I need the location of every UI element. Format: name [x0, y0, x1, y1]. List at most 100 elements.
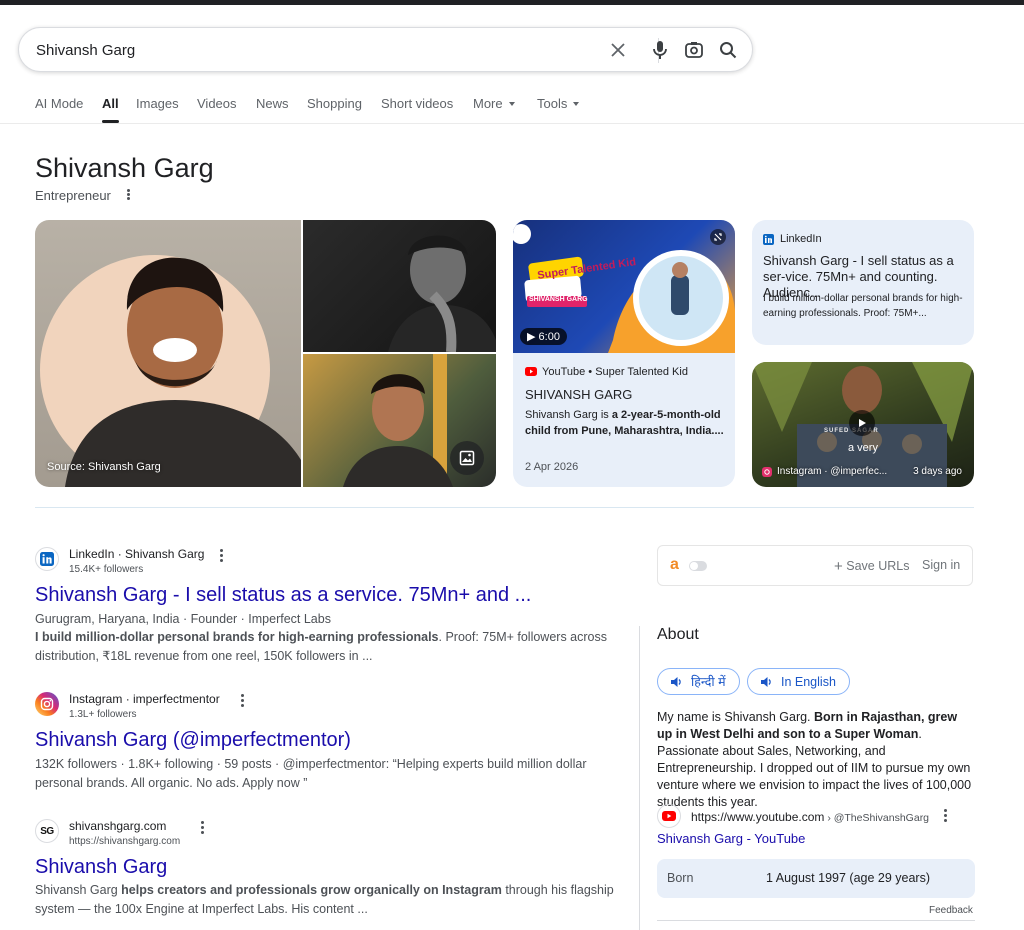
video-description: Shivansh Garg is a 2-year-5-month-old ch… [525, 407, 727, 439]
instagram-card-source-row: Instagram · @imperfec... [762, 466, 887, 477]
linkedin-icon [763, 233, 774, 245]
youtube-url-domain: https://www.youtube.com [691, 810, 825, 824]
tab-videos[interactable]: Videos [197, 96, 237, 123]
result-snippet-bold: I build million-dollar personal brands f… [35, 630, 439, 644]
tabs-divider [0, 123, 1024, 124]
play-icon: ▶ [527, 331, 536, 343]
tab-news[interactable]: News [256, 96, 289, 123]
linkedin-card-source-row: LinkedIn [763, 233, 822, 245]
result-snippet-a: Shivansh Garg [35, 883, 122, 897]
image-view-icon[interactable] [450, 441, 484, 475]
sign-in-button[interactable]: Sign in [922, 558, 960, 572]
linkedin-favicon[interactable] [35, 547, 59, 571]
profile-photo-bw[interactable] [303, 220, 496, 352]
play-icon[interactable] [849, 410, 875, 436]
close-icon[interactable] [607, 39, 629, 61]
tab-shopping[interactable]: Shopping [307, 96, 362, 123]
search-input[interactable] [36, 38, 596, 62]
profile-photo-outdoor[interactable] [303, 354, 496, 487]
tab-more-label: More [473, 96, 503, 111]
youtube-icon [662, 811, 676, 821]
feedback-divider [657, 920, 975, 921]
photo-source-label: Source: Shivansh Garg [47, 461, 161, 473]
photo-collage[interactable]: Source: Shivansh Garg [35, 220, 496, 487]
youtube-url[interactable]: https://www.youtube.com › @TheShivanshGa… [691, 810, 929, 824]
more-options-icon[interactable] [218, 548, 224, 562]
video-source: YouTube • Super Talented Kid [542, 366, 688, 378]
result-site-sub: https://shivanshgarg.com [69, 836, 181, 847]
section-divider [35, 507, 974, 508]
result-site-sub: 1.3L+ followers [69, 709, 137, 720]
feedback-link[interactable]: Feedback [929, 905, 973, 916]
result-snippet: 132K followers · 1.8K+ following · 59 po… [35, 757, 587, 790]
search-icon[interactable] [717, 39, 739, 61]
tab-ai-mode[interactable]: AI Mode [35, 96, 83, 123]
extension-logo[interactable]: a [670, 556, 679, 574]
search-box[interactable] [18, 27, 753, 72]
expand-icon[interactable] [710, 229, 726, 245]
speaker-icon [671, 676, 681, 687]
window-top-bar [0, 0, 1024, 5]
instagram-card-time: 3 days ago [913, 466, 962, 477]
result-snippet: I build million-dollar personal brands f… [35, 628, 615, 666]
hindi-audio-label: हिन्दी में [691, 675, 726, 689]
speaker-icon [761, 676, 771, 687]
result-title-link[interactable]: Shivansh Garg [35, 856, 167, 879]
lens-icon[interactable] [683, 39, 705, 61]
result-title-link[interactable]: Shivansh Garg - I sell status as a servi… [35, 584, 531, 607]
tab-more[interactable]: More [473, 96, 515, 123]
instagram-overlay-text: a very [848, 442, 878, 454]
about-heading: About [657, 626, 699, 643]
video-title[interactable]: SHIVANSH GARG [525, 387, 632, 402]
video-card[interactable]: Super Talented Kid SHIVANSH GARG ▶ 6:00 … [513, 220, 735, 487]
mic-icon[interactable] [649, 39, 671, 61]
video-duration-badge: ▶ 6:00 [520, 328, 567, 345]
extension-toggle[interactable] [689, 561, 707, 571]
save-urls-label: Save URLs [846, 559, 910, 573]
video-thumbnail[interactable]: Super Talented Kid SHIVANSH GARG ▶ 6:00 [513, 220, 735, 353]
instagram-favicon[interactable] [35, 692, 59, 716]
result-site-name[interactable]: shivanshgarg.com [69, 819, 166, 833]
instagram-card[interactable]: a very SUFED SAGAR Instagram · @imperfec… [752, 362, 974, 487]
result-title-link[interactable]: Shivansh Garg (@imperfectmentor) [35, 729, 351, 752]
plus-icon: + [834, 558, 843, 575]
extension-bar: a + Save URLs Sign in [657, 545, 973, 586]
more-options-icon[interactable] [126, 188, 131, 201]
instagram-icon [35, 692, 59, 716]
save-urls-button[interactable]: + Save URLs [834, 558, 909, 575]
entity-subtitle: Entrepreneur [35, 188, 111, 203]
hindi-audio-button[interactable]: हिन्दी में [657, 668, 740, 695]
video-source-row: YouTube • Super Talented Kid [525, 366, 688, 378]
about-text: My name is Shivansh Garg. Born in Rajast… [657, 709, 975, 811]
english-audio-button[interactable]: In English [747, 668, 850, 695]
more-options-icon[interactable] [199, 820, 205, 834]
born-label: Born [667, 871, 694, 885]
video-thumb-caption: SHIVANSH GARG [529, 296, 588, 303]
result-snippet-bold: helps creators and professionals grow or… [121, 883, 502, 897]
result-site-name[interactable]: LinkedIn · Shivansh Garg [69, 547, 204, 561]
column-divider [639, 626, 640, 930]
tab-tools[interactable]: Tools [537, 96, 580, 123]
more-options-icon[interactable] [942, 808, 948, 822]
website-favicon[interactable]: SG [35, 819, 59, 843]
chevron-down-icon [508, 102, 515, 106]
youtube-favicon[interactable] [657, 804, 681, 828]
tab-short-videos[interactable]: Short videos [381, 96, 453, 123]
tab-tools-label: Tools [537, 96, 568, 111]
linkedin-card[interactable]: LinkedIn Shivansh Garg - I sell status a… [752, 220, 974, 345]
result-snippet: Shivansh Garg helps creators and profess… [35, 881, 615, 919]
more-options-icon[interactable] [239, 693, 245, 707]
tab-images[interactable]: Images [136, 96, 179, 123]
result-meta: Gurugram, Haryana, India · Founder · Imp… [35, 612, 331, 626]
instagram-card-source: Instagram · @imperfec... [777, 466, 888, 477]
linkedin-card-source: LinkedIn [780, 233, 822, 245]
result-site-name[interactable]: Instagram · imperfectmentor [69, 692, 220, 706]
profile-photo-main[interactable]: Source: Shivansh Garg [35, 220, 301, 487]
video-date: 2 Apr 2026 [525, 461, 579, 473]
youtube-channel-link[interactable]: Shivansh Garg - YouTube [657, 831, 805, 846]
born-row: Born 1 August 1997 (age 29 years) [657, 859, 975, 898]
linkedin-icon [40, 552, 54, 566]
tab-all[interactable]: All [102, 96, 119, 123]
result-site-sub: 15.4K+ followers [69, 564, 144, 575]
linkedin-card-desc: I build million-dollar personal brands f… [763, 293, 963, 319]
